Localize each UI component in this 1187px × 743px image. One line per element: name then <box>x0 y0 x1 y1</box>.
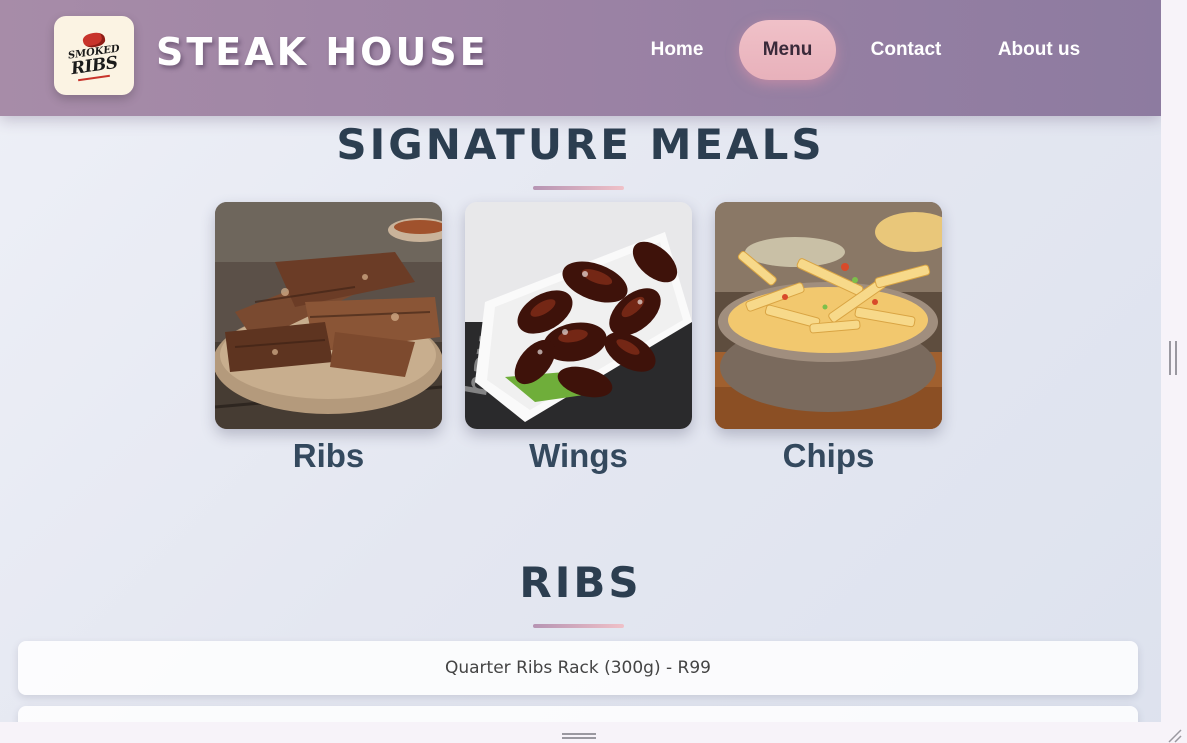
vertical-resize-grip[interactable] <box>1169 341 1177 375</box>
meal-card-label: Chips <box>782 437 875 474</box>
resize-handle-icon[interactable] <box>1166 727 1182 743</box>
horizontal-resize-grip[interactable] <box>562 733 596 739</box>
title-underline <box>533 186 624 190</box>
site-header: SMOKED RIBS STEAK HOUSE Home Menu Contac… <box>0 0 1161 116</box>
wings-photo: hay <box>465 202 692 429</box>
page-viewport: SMOKED RIBS STEAK HOUSE Home Menu Contac… <box>0 0 1161 722</box>
nav-menu[interactable]: Menu <box>739 20 836 80</box>
meal-card-label: Ribs <box>292 437 365 474</box>
signature-meals-title: SIGNATURE MEALS <box>336 120 825 169</box>
meal-card-ribs[interactable]: Ribs <box>215 202 442 475</box>
meal-card-chips[interactable]: Chips <box>715 202 942 475</box>
ribs-section-title: RIBS <box>519 558 642 607</box>
ribs-photo <box>215 202 442 429</box>
main-nav: Home Menu Contact About us <box>0 20 1161 80</box>
nav-home[interactable]: Home <box>639 20 715 80</box>
title-underline <box>533 624 624 628</box>
menu-item[interactable]: Quarter Ribs Rack (300g) - R99 <box>18 641 1138 695</box>
nav-contact[interactable]: Contact <box>860 20 952 80</box>
menu-item[interactable] <box>18 706 1138 722</box>
meal-card-label: Wings <box>529 437 628 474</box>
chips-photo <box>715 202 942 429</box>
meal-card-wings[interactable]: hay <box>465 202 692 475</box>
nav-about-us[interactable]: About us <box>986 20 1092 80</box>
